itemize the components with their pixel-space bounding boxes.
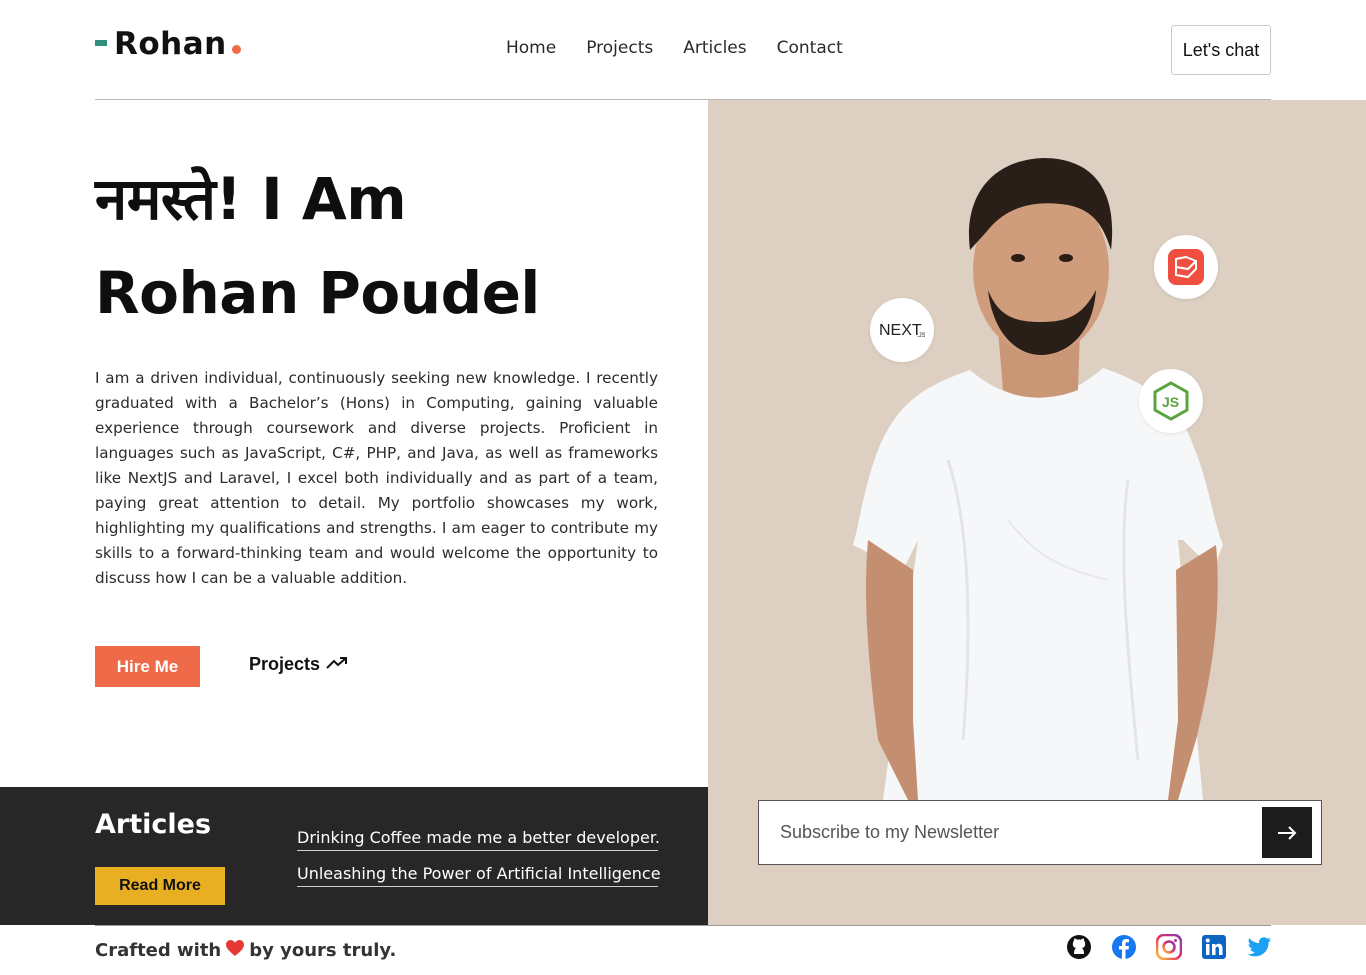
logo-text: Rohan — [114, 26, 227, 62]
logo-dot — [231, 45, 241, 54]
hero-title: नमस्ते! I Am Rohan Poudel — [95, 152, 540, 340]
articles-heading: Articles — [95, 809, 212, 840]
footer-text-before: Crafted with — [95, 940, 222, 961]
lets-chat-button[interactable]: Let's chat — [1171, 25, 1271, 75]
read-more-button[interactable]: Read More — [95, 867, 225, 905]
nav-home[interactable]: Home — [506, 38, 556, 58]
article-link-2[interactable]: Unleashing the Power of Artificial Intel… — [297, 864, 661, 887]
logo-dash — [95, 40, 107, 46]
trending-arrow-icon — [326, 654, 348, 675]
social-links — [1066, 934, 1272, 960]
nav-contact[interactable]: Contact — [777, 38, 843, 58]
projects-link[interactable]: Projects — [249, 654, 348, 675]
svg-text:.JS: .JS — [917, 333, 925, 339]
footer-text-after: by yours truly. — [249, 940, 397, 961]
linkedin-icon[interactable] — [1201, 934, 1227, 960]
laravel-icon — [1154, 235, 1218, 299]
article-link-1[interactable]: Drinking Coffee made me a better develop… — [297, 828, 660, 851]
footer-divider — [95, 925, 1271, 926]
twitter-icon[interactable] — [1246, 934, 1272, 960]
github-icon[interactable] — [1066, 934, 1092, 960]
articles-section: Articles Read More Drinking Coffee made … — [0, 787, 708, 925]
nodejs-icon: JS — [1139, 369, 1203, 433]
arrow-right-icon — [1278, 825, 1297, 840]
newsletter-email-input[interactable] — [759, 801, 1259, 864]
newsletter-submit-button[interactable] — [1262, 807, 1312, 858]
newsletter-form — [758, 800, 1322, 865]
hire-me-button[interactable]: Hire Me — [95, 646, 200, 687]
heart-icon — [225, 939, 245, 962]
nav-projects[interactable]: Projects — [586, 38, 653, 58]
footer-credit: Crafted with by yours truly. — [95, 939, 396, 962]
svg-text:NEXT: NEXT — [879, 322, 922, 339]
main-nav: Home Projects Articles Contact — [506, 38, 843, 58]
instagram-icon[interactable] — [1156, 934, 1182, 960]
logo[interactable]: Rohan — [95, 26, 241, 62]
nav-articles[interactable]: Articles — [683, 38, 746, 58]
svg-text:JS: JS — [1162, 394, 1179, 410]
facebook-icon[interactable] — [1111, 934, 1137, 960]
profile-photo — [853, 158, 1223, 800]
nextjs-icon: NEXT .JS — [870, 298, 934, 362]
bio-text: I am a driven individual, continuously s… — [95, 369, 658, 587]
projects-link-label: Projects — [249, 654, 321, 674]
hero-title-line2: Rohan Poudel — [95, 259, 540, 327]
hero-title-line1: नमस्ते! I Am — [95, 165, 407, 233]
